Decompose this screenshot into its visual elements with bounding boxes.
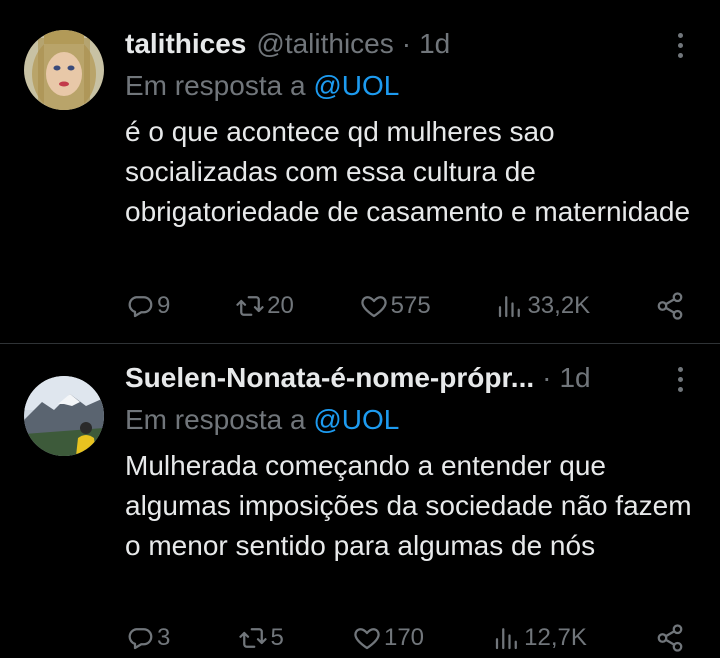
- like-count: 575: [390, 292, 431, 319]
- view-count: 12,7K: [524, 624, 587, 651]
- reply-mention-link[interactable]: @UOL: [313, 404, 399, 435]
- more-icon: [677, 32, 683, 38]
- reply-button[interactable]: 9: [125, 291, 170, 321]
- like-count: 170: [383, 624, 425, 651]
- share-icon: [657, 292, 683, 320]
- view-count: 33,2K: [527, 292, 591, 319]
- share-icon: [657, 624, 683, 652]
- tweet-text: Mulherada começando a entender que algum…: [125, 450, 692, 561]
- tweet[interactable]: Suelen-Nonata-é-nome-própr... · 1d Em re…: [0, 344, 720, 652]
- mountain-avatar-image: [24, 376, 104, 456]
- reply-context: Em resposta a @UOL: [125, 404, 399, 436]
- views-button[interactable]: 12,7K: [492, 623, 587, 653]
- views-icon: [499, 296, 521, 318]
- retweet-count: 5: [270, 624, 284, 651]
- reply-prefix: Em resposta a: [125, 70, 306, 101]
- share-button[interactable]: [655, 623, 685, 653]
- separator-dot: ·: [401, 28, 412, 59]
- tweet[interactable]: talithices @talithices · 1d Em resposta …: [0, 0, 720, 344]
- share-button[interactable]: [655, 291, 685, 321]
- views-button[interactable]: 33,2K: [495, 291, 590, 321]
- reply-context: Em resposta a @UOL: [125, 70, 399, 102]
- more-options-button[interactable]: [670, 364, 690, 394]
- doll-avatar-image: [24, 30, 104, 110]
- like-button[interactable]: 575: [359, 291, 431, 321]
- separator-dot: ·: [542, 362, 552, 393]
- display-name[interactable]: Suelen-Nonata-é-nome-própr...: [125, 362, 534, 394]
- avatar[interactable]: [24, 376, 104, 456]
- reply-mention-link[interactable]: @UOL: [313, 70, 399, 101]
- like-button[interactable]: 170: [352, 623, 424, 653]
- retweet-icon: [239, 628, 268, 648]
- retweet-count: 20: [267, 292, 294, 319]
- reply-icon: [128, 296, 153, 318]
- tweet-header: Suelen-Nonata-é-nome-própr... · 1d: [125, 358, 591, 398]
- retweet-button[interactable]: 5: [238, 623, 284, 653]
- views-icon: [496, 628, 518, 650]
- reply-icon: [128, 628, 153, 650]
- more-icon: [677, 366, 683, 372]
- reply-button[interactable]: 3: [125, 623, 170, 653]
- timestamp[interactable]: 1d: [419, 28, 450, 60]
- timestamp[interactable]: 1d: [559, 362, 590, 394]
- like-icon: [360, 296, 387, 318]
- display-name[interactable]: talithices: [125, 28, 246, 60]
- tweet-text: é o que acontece qd mulheres sao sociali…: [125, 116, 691, 227]
- user-handle[interactable]: @talithices: [256, 28, 393, 60]
- action-bar: 9 20 575 33,2K: [125, 286, 685, 326]
- retweet-button[interactable]: 20: [235, 291, 294, 321]
- reply-count: 9: [157, 292, 171, 319]
- action-bar: 3 5 170 12,7K: [125, 618, 685, 658]
- retweet-icon: [236, 296, 264, 316]
- avatar[interactable]: [24, 30, 104, 110]
- more-options-button[interactable]: [670, 30, 690, 60]
- reply-prefix: Em resposta a: [125, 404, 306, 435]
- tweet-header: talithices @talithices · 1d: [125, 24, 450, 64]
- like-icon: [354, 628, 380, 650]
- reply-count: 3: [157, 624, 171, 651]
